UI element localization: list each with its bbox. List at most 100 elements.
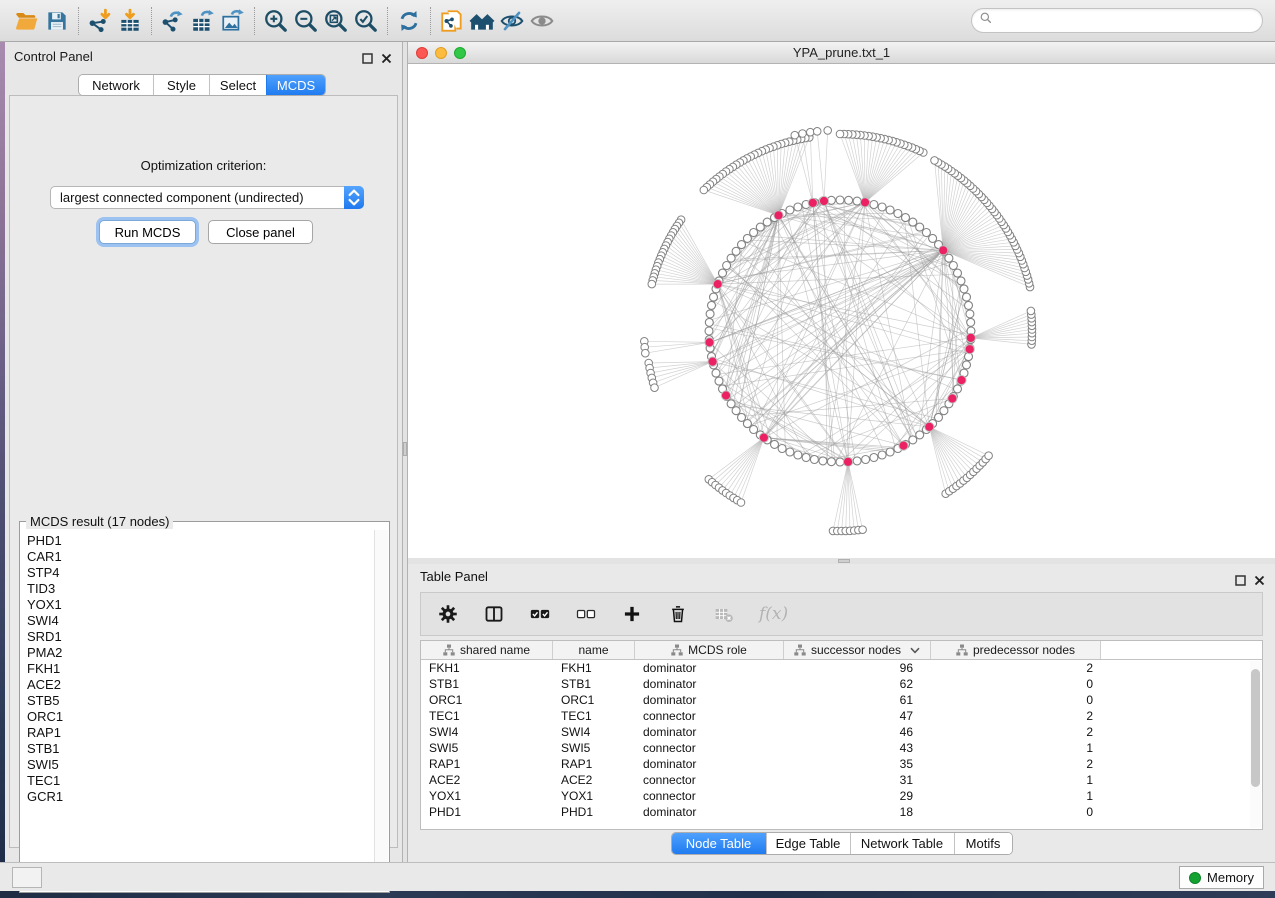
deselect-all-icon[interactable] (575, 603, 597, 625)
show-icon[interactable] (527, 6, 557, 36)
task-history-button[interactable] (12, 867, 42, 888)
node-table[interactable]: shared name name MCDS role successor nodesp… (420, 640, 1263, 830)
mcds-result-item[interactable]: FKH1 (27, 661, 374, 677)
float-panel-icon[interactable] (362, 51, 373, 69)
mcds-result-item[interactable]: SWI5 (27, 757, 374, 773)
mcds-result-item[interactable]: SWI4 (27, 613, 374, 629)
mcds-result-item[interactable]: YOX1 (27, 597, 374, 613)
cell-shared_name: PHD1 (421, 805, 553, 819)
mcds-result-item[interactable]: STB1 (27, 741, 374, 757)
table-row[interactable]: YOX1YOX1connector291 (421, 788, 1262, 804)
mcds-result-item[interactable]: TID3 (27, 581, 374, 597)
table-row[interactable]: RAP1RAP1dominator352 (421, 756, 1262, 772)
tab-style[interactable]: Style (153, 75, 209, 95)
table-row[interactable]: FKH1FKH1dominator962 (421, 660, 1262, 676)
mcds-result-item[interactable]: SRD1 (27, 629, 374, 645)
delete-column-icon[interactable] (667, 603, 689, 625)
hide-icon[interactable] (497, 6, 527, 36)
network-window-titlebar[interactable]: YPA_prune.txt_1 (408, 42, 1275, 64)
table-settings-icon[interactable] (437, 603, 459, 625)
table-panel-title: Table Panel (420, 569, 488, 584)
column-header-name[interactable]: name (553, 641, 635, 659)
network-file-icon[interactable] (437, 6, 467, 36)
zoom-in-icon[interactable] (261, 6, 291, 36)
neighbors-icon[interactable] (467, 6, 497, 36)
hierarchy-icon (956, 644, 968, 656)
splitter-handle[interactable] (838, 559, 850, 563)
column-label: name (578, 643, 608, 657)
tab-mcds[interactable]: MCDS (266, 75, 325, 95)
mcds-result-item[interactable]: PMA2 (27, 645, 374, 661)
add-column-icon[interactable] (621, 603, 643, 625)
cell-name: SWI4 (553, 725, 635, 739)
tab-network[interactable]: Network (79, 75, 153, 95)
close-panel-icon[interactable] (1254, 573, 1265, 591)
table-row[interactable]: STB1STB1dominator620 (421, 676, 1262, 692)
select-all-icon[interactable] (529, 603, 551, 625)
tab-edge-table[interactable]: Edge Table (766, 833, 850, 854)
mcds-result-item[interactable]: GCR1 (27, 789, 374, 805)
export-image-icon[interactable] (218, 6, 248, 36)
cell-name: RAP1 (553, 757, 635, 771)
optimization-criterion-dropdown[interactable]: largest connected component (undirected) (50, 186, 364, 209)
table-row[interactable]: SWI5SWI5connector431 (421, 740, 1262, 756)
cell-name: FKH1 (553, 661, 635, 675)
column-header-shared-name[interactable]: shared name (421, 641, 553, 659)
export-network-icon[interactable] (158, 6, 188, 36)
mcds-result-item[interactable]: CAR1 (27, 549, 374, 565)
search-input[interactable] (993, 11, 1262, 31)
network-canvas[interactable] (408, 64, 1275, 558)
close-panel-button[interactable]: Close panel (208, 220, 313, 244)
memory-button[interactable]: Memory (1179, 866, 1264, 889)
zoom-out-icon[interactable] (291, 6, 321, 36)
mcds-result-list[interactable]: PHD1CAR1STP4TID3YOX1SWI4SRD1PMA2FKH1ACE2… (21, 530, 374, 891)
dropdown-value: largest connected component (undirected) (51, 190, 344, 205)
close-panel-icon[interactable] (381, 51, 392, 69)
open-file-icon[interactable] (12, 6, 42, 36)
zoom-selected-icon[interactable] (351, 6, 381, 36)
mcds-list-scrollbar[interactable] (374, 530, 388, 891)
tab-network-table[interactable]: Network Table (850, 833, 954, 854)
cell-mcds_role: dominator (635, 725, 784, 739)
hierarchy-icon (794, 644, 806, 656)
run-mcds-button[interactable]: Run MCDS (99, 220, 196, 244)
mcds-result-item[interactable]: STB5 (27, 693, 374, 709)
column-header-MCDS-role[interactable]: MCDS role (635, 641, 784, 659)
mcds-result-item[interactable]: STP4 (27, 565, 374, 581)
table-row[interactable]: ACE2ACE2connector311 (421, 772, 1262, 788)
column-header-successor-nodes[interactable]: successor nodes (784, 641, 931, 659)
table-scrollbar-thumb[interactable] (1251, 669, 1260, 787)
import-table-icon[interactable] (115, 6, 145, 36)
table-row[interactable]: TEC1TEC1connector472 (421, 708, 1262, 724)
tab-node-table[interactable]: Node Table (672, 833, 766, 854)
save-session-icon[interactable] (42, 6, 72, 36)
node-table-header: shared name name MCDS role successor nodesp… (421, 641, 1262, 660)
export-table-icon[interactable] (188, 6, 218, 36)
mcds-result-item[interactable]: RAP1 (27, 725, 374, 741)
float-panel-icon[interactable] (1235, 573, 1246, 591)
sort-icon[interactable] (910, 647, 920, 654)
refresh-icon[interactable] (394, 6, 424, 36)
tab-select[interactable]: Select (209, 75, 266, 95)
search-box[interactable] (971, 8, 1263, 33)
table-row[interactable]: SWI4SWI4dominator462 (421, 724, 1262, 740)
table-scrollbar[interactable] (1250, 661, 1261, 828)
column-header-predecessor-nodes[interactable]: predecessor nodes (931, 641, 1101, 659)
cell-predecessor_nodes: 0 (931, 693, 1101, 707)
function-builder-icon: f(x) (759, 604, 788, 624)
cell-successor_nodes: 43 (784, 741, 931, 755)
cell-shared_name: FKH1 (421, 661, 553, 675)
mcds-result-item[interactable]: TEC1 (27, 773, 374, 789)
tab-motifs[interactable]: Motifs (954, 833, 1012, 854)
column-label: MCDS role (688, 643, 747, 657)
toolbar-separator (151, 7, 152, 35)
mcds-result-item[interactable]: ORC1 (27, 709, 374, 725)
table-row[interactable]: ORC1ORC1dominator610 (421, 692, 1262, 708)
import-network-icon[interactable] (85, 6, 115, 36)
split-pane-icon[interactable] (483, 603, 505, 625)
zoom-fit-icon[interactable] (321, 6, 351, 36)
mcds-result-item[interactable]: PHD1 (27, 533, 374, 549)
table-row[interactable]: PHD1PHD1dominator180 (421, 804, 1262, 820)
mcds-result-item[interactable]: ACE2 (27, 677, 374, 693)
splitter-handle[interactable] (403, 442, 407, 456)
